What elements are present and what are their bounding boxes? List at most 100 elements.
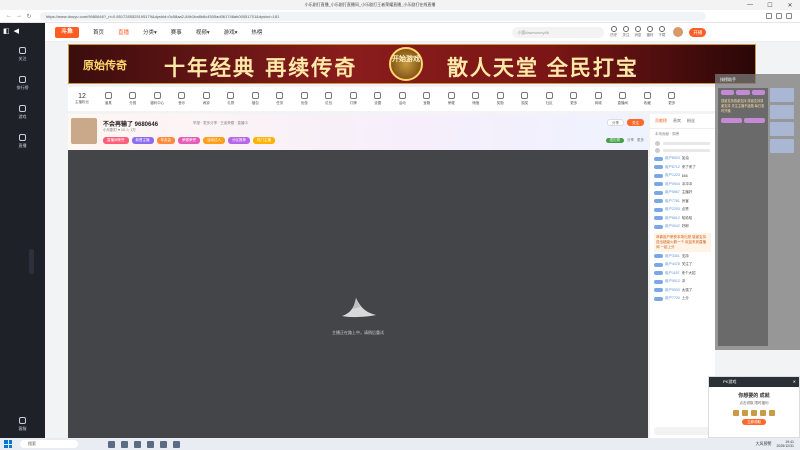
gift-button[interactable]: 送礼物 bbox=[605, 138, 624, 143]
anchor-tag[interactable]: 分区推荐 bbox=[228, 137, 250, 144]
sidebar-item-games[interactable]: 游戏 bbox=[0, 105, 45, 120]
chat-username[interactable]: 用户0934 bbox=[665, 182, 680, 187]
follow-button[interactable]: 关注 bbox=[622, 26, 629, 38]
url-field[interactable]: https://www.douyu.com/9680646?_rt=0.8517… bbox=[40, 11, 706, 21]
welfare-button[interactable]: 福利 bbox=[646, 26, 653, 38]
history-button[interactable]: 历史 bbox=[610, 26, 617, 38]
nav-events[interactable]: 赛事 bbox=[171, 28, 182, 36]
download-button[interactable]: 下载 bbox=[658, 26, 665, 38]
promo-button[interactable]: 立即领取 bbox=[742, 419, 766, 425]
toolbar-item[interactable]: 奖励 bbox=[488, 92, 513, 106]
reload-icon[interactable]: ↻ bbox=[24, 13, 34, 20]
clock[interactable]: 19:41 2025/12/31 bbox=[776, 440, 794, 449]
tab-contribution[interactable]: 贡献榜 bbox=[655, 118, 667, 124]
toolbar-item[interactable]: 红包 bbox=[317, 92, 342, 106]
minimize-button[interactable]: — bbox=[740, 2, 760, 8]
toolbar-item[interactable]: 礼物 bbox=[219, 92, 244, 106]
chat-username[interactable]: 用户4478 bbox=[665, 262, 680, 267]
anchor-tag[interactable]: 热门主播 bbox=[253, 137, 275, 144]
tab-vip[interactable]: 贵宾 bbox=[673, 118, 681, 124]
toolbar-item[interactable]: 灯牌 bbox=[341, 92, 366, 106]
close-button[interactable]: ✕ bbox=[780, 2, 800, 9]
sidebar-item-rank[interactable]: 排行榜 bbox=[0, 76, 45, 91]
share-link[interactable]: 分享 bbox=[627, 138, 634, 143]
overlay-tile[interactable] bbox=[770, 139, 794, 153]
anchor-tag[interactable]: 直播间荣誉 bbox=[103, 137, 129, 144]
toolbar-item[interactable]: 闹钟 bbox=[194, 92, 219, 106]
overlay-tile[interactable] bbox=[770, 122, 794, 136]
toolbar-item[interactable]: 音乐 bbox=[170, 92, 195, 106]
toolbar-item[interactable]: 优惠 bbox=[292, 92, 317, 106]
tab-fans[interactable]: 粉丝 bbox=[687, 118, 695, 124]
promo-card[interactable]: PK游戏 ✕ 你想要的 成就 点击领取 限时福利 立即领取 bbox=[708, 376, 800, 438]
edge-icon[interactable] bbox=[121, 440, 128, 448]
nav-category[interactable]: 分类▾ bbox=[143, 28, 157, 36]
overlay-tile[interactable] bbox=[770, 105, 794, 119]
chat-username[interactable]: 用户2293 bbox=[665, 207, 680, 212]
profile-icon[interactable] bbox=[786, 13, 792, 19]
toolbar-item[interactable]: 抽奖 bbox=[513, 92, 538, 106]
toolbar-item[interactable]: 宝箱 bbox=[415, 92, 440, 106]
overlay-tile[interactable] bbox=[770, 88, 794, 102]
chat-username[interactable]: 用户8712 bbox=[665, 165, 680, 170]
nav-hot[interactable]: 热榜 bbox=[251, 28, 262, 36]
toolbar-item[interactable]: 设置 bbox=[366, 92, 391, 106]
toolbar-item[interactable]: 道具 bbox=[96, 92, 121, 106]
toolbar-item[interactable]: 收藏 bbox=[635, 92, 660, 106]
message-button[interactable]: 消息 bbox=[634, 26, 641, 38]
back-icon[interactable]: ← bbox=[4, 13, 14, 19]
sidebar-item-service[interactable]: 客服 bbox=[0, 417, 45, 432]
windows-start-icon[interactable] bbox=[4, 440, 12, 448]
chat-username[interactable]: 用户1223 bbox=[665, 173, 680, 178]
sidebar-item-live[interactable]: 直播 bbox=[0, 134, 45, 149]
toolbar-item[interactable]: 活动 bbox=[390, 92, 415, 106]
site-logo[interactable]: 斗鱼 bbox=[55, 26, 79, 38]
toolbar-item[interactable]: 任务 bbox=[268, 92, 293, 106]
taskview-icon[interactable] bbox=[108, 440, 115, 448]
weather-widget[interactable]: 大风预警 bbox=[755, 441, 771, 447]
banner-seal-button[interactable]: 开始游戏 bbox=[389, 47, 423, 81]
banner-ad[interactable]: 原始传奇 十年经典 再续传奇 开始游戏 散人天堂 全民打宝 bbox=[68, 44, 756, 84]
nav-games[interactable]: 游戏▾ bbox=[224, 28, 238, 36]
toolbar-item[interactable]: 更多 bbox=[660, 92, 685, 106]
chat-username[interactable]: 用户9012 bbox=[665, 279, 680, 284]
toolbar-item[interactable]: 直播间 bbox=[611, 92, 636, 106]
go-live-button[interactable]: 开播 bbox=[689, 27, 707, 37]
nav-live[interactable]: 直播 bbox=[118, 28, 129, 36]
chat-username[interactable]: 用户6612 bbox=[665, 216, 680, 221]
follow-anchor-button[interactable]: 关注 bbox=[627, 119, 644, 126]
toolbar-item[interactable]: 更多 bbox=[562, 92, 587, 106]
chat-username[interactable]: 用户7781 bbox=[665, 199, 680, 204]
explorer-icon[interactable] bbox=[134, 440, 141, 448]
nav-video[interactable]: 视频▾ bbox=[196, 28, 210, 36]
user-avatar[interactable] bbox=[673, 27, 684, 37]
app-icon[interactable] bbox=[173, 440, 180, 448]
search-input[interactable]: 小狐flawmoney86 bbox=[512, 26, 605, 38]
steam-icon[interactable] bbox=[160, 440, 167, 448]
close-icon[interactable]: ✕ bbox=[793, 377, 796, 387]
toolbar-item[interactable]: 社区 bbox=[537, 92, 562, 106]
toolbar-item[interactable]: 商城 bbox=[586, 92, 611, 106]
share-button[interactable]: 分享 bbox=[607, 119, 624, 126]
toolbar-item[interactable]: 福包 bbox=[243, 92, 268, 106]
anchor-tag[interactable]: 活动达人 bbox=[203, 137, 225, 144]
toolbar-item[interactable]: 储值 bbox=[464, 92, 489, 106]
anchor-tag[interactable]: 新晋主播 bbox=[131, 137, 154, 144]
nav-home[interactable]: 首页 bbox=[93, 28, 104, 36]
extensions-icon[interactable] bbox=[766, 13, 772, 19]
chat-username[interactable]: 用户8923 bbox=[665, 156, 680, 161]
chrome-icon[interactable] bbox=[147, 440, 154, 448]
chat-input[interactable] bbox=[654, 427, 711, 435]
chat-username[interactable]: 用户3301 bbox=[665, 254, 680, 259]
chat-username[interactable]: 用户1187 bbox=[665, 271, 680, 276]
maximize-button[interactable]: ☐ bbox=[760, 2, 780, 9]
anchor-avatar[interactable] bbox=[71, 118, 97, 144]
fans-counter[interactable]: 12 主播粉丝 bbox=[68, 93, 96, 105]
anchor-tag[interactable]: 车友会 bbox=[156, 137, 175, 144]
toolbar-item[interactable]: 分推 bbox=[121, 92, 146, 106]
more-link[interactable]: 更多 bbox=[637, 138, 644, 143]
chat-username[interactable]: 用户5567 bbox=[665, 190, 680, 195]
chat-username[interactable]: 用户7720 bbox=[665, 296, 680, 301]
sidebar-item-follow[interactable]: 关注 bbox=[0, 47, 45, 62]
toolbar-item[interactable]: 福利中心 bbox=[145, 92, 170, 106]
